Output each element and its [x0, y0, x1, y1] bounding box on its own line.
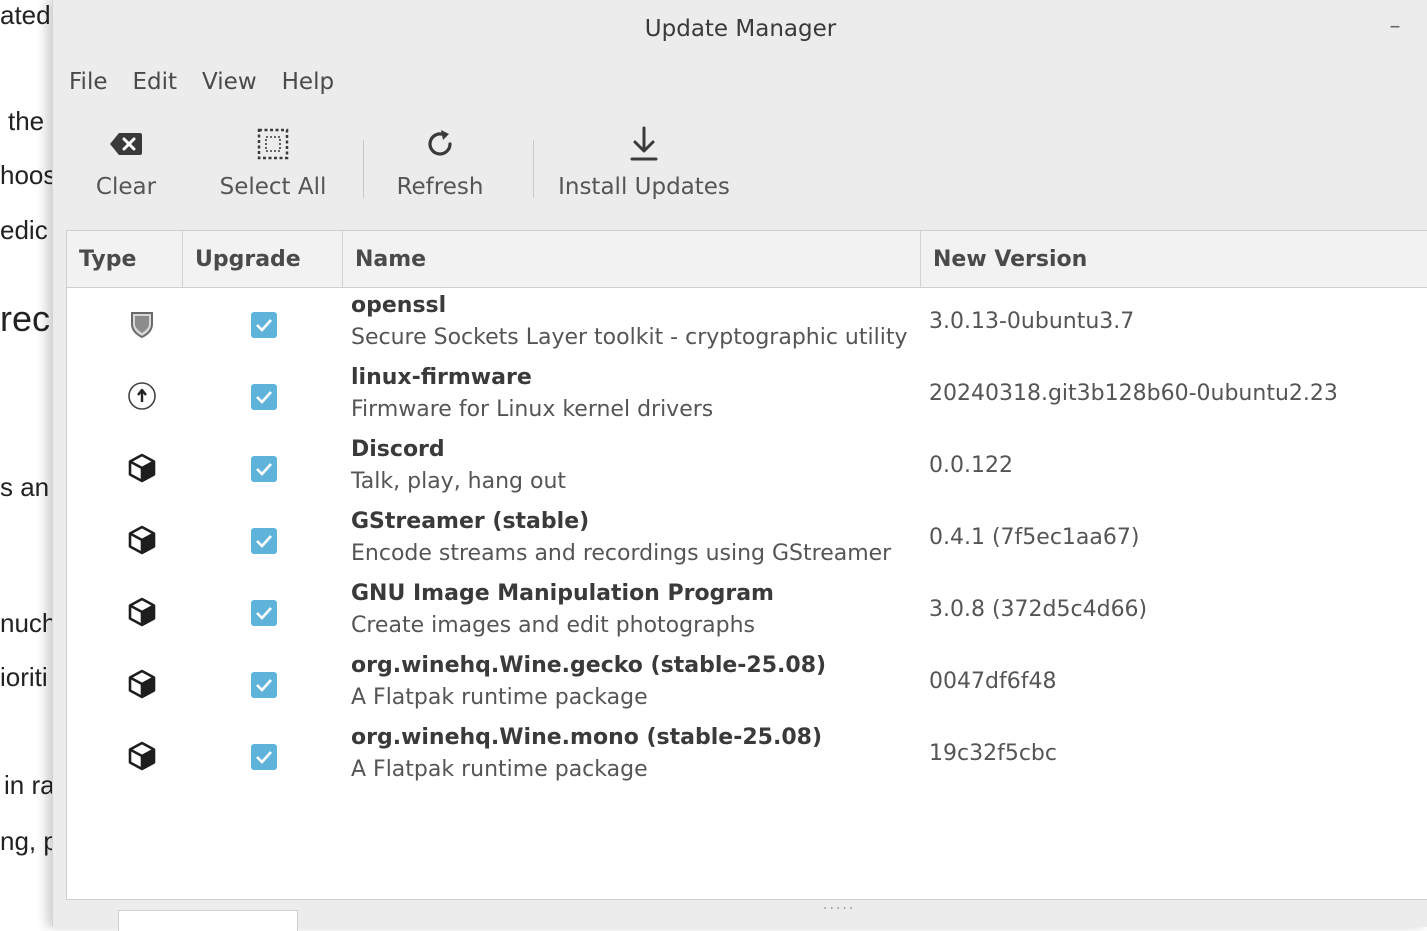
package-description: A Flatpak runtime package — [351, 685, 648, 710]
package-description: Talk, play, hang out — [351, 469, 567, 494]
package-description: Firmware for Linux kernel drivers — [351, 397, 714, 422]
details-tab[interactable] — [118, 910, 298, 931]
package-name: GNU Image Manipulation Program — [351, 581, 774, 606]
menu-file[interactable]: File — [59, 69, 123, 95]
table-row[interactable]: Discord Talk, play, hang out 0.0.122 — [67, 433, 1427, 505]
package-cube-icon — [127, 525, 157, 555]
background-text: ated — [0, 0, 51, 30]
column-header-type[interactable]: Type — [67, 231, 183, 287]
package-name: linux-firmware — [351, 365, 532, 390]
refresh-button[interactable]: Refresh — [395, 124, 485, 210]
background-text: nuch — [0, 608, 57, 638]
package-description: A Flatpak runtime package — [351, 757, 648, 782]
install-updates-button[interactable]: Install Updates — [558, 124, 730, 210]
package-cube-icon — [127, 597, 157, 627]
window-title: Update Manager — [644, 16, 837, 42]
upgrade-arrow-icon — [127, 381, 157, 411]
menu-view[interactable]: View — [192, 69, 272, 95]
upgrade-checkbox[interactable] — [251, 312, 277, 338]
table-row[interactable]: GNU Image Manipulation Program Create im… — [67, 577, 1427, 649]
table-row[interactable]: openssl Secure Sockets Layer toolkit - c… — [67, 289, 1427, 361]
package-version: 0047df6f48 — [929, 669, 1057, 694]
package-version: 20240318.git3b128b60-0ubuntu2.23 — [929, 381, 1338, 406]
background-text: ng, p — [0, 826, 58, 856]
title-bar[interactable]: Update Manager – — [53, 0, 1427, 58]
select-all-icon — [257, 124, 289, 164]
background-text: in ra — [4, 770, 55, 800]
column-header-upgrade[interactable]: Upgrade — [183, 231, 343, 287]
pane-resize-handle[interactable]: ..... — [823, 897, 855, 913]
backspace-clear-icon — [109, 124, 143, 164]
column-header-new-version[interactable]: New Version — [921, 231, 1427, 287]
upgrade-checkbox[interactable] — [251, 528, 277, 554]
minimize-button[interactable]: – — [1382, 14, 1408, 39]
update-manager-window: Update Manager – File Edit View Help Cle… — [52, 0, 1427, 931]
package-version: 3.0.8 (372d5c4d66) — [929, 597, 1148, 622]
package-description: Secure Sockets Layer toolkit - cryptogra… — [351, 325, 908, 350]
background-text: edic — [0, 215, 48, 245]
package-name: Discord — [351, 437, 445, 462]
column-header-name[interactable]: Name — [343, 231, 921, 287]
security-shield-icon — [127, 309, 157, 339]
package-description: Create images and edit photographs — [351, 613, 756, 638]
refresh-label: Refresh — [396, 174, 484, 200]
package-name: org.winehq.Wine.mono (stable-25.08) — [351, 725, 823, 750]
package-cube-icon — [127, 669, 157, 699]
package-version: 0.4.1 (7f5ec1aa67) — [929, 525, 1140, 550]
upgrade-checkbox[interactable] — [251, 744, 277, 770]
package-cube-icon — [127, 741, 157, 771]
refresh-icon — [423, 124, 457, 164]
clear-button[interactable]: Clear — [95, 124, 157, 210]
background-text: ioriti — [0, 662, 48, 692]
clear-label: Clear — [95, 174, 157, 200]
menu-help[interactable]: Help — [272, 69, 349, 95]
upgrade-checkbox[interactable] — [251, 672, 277, 698]
menu-bar: File Edit View Help — [59, 62, 349, 102]
select-all-button[interactable]: Select All — [219, 124, 327, 210]
table-row[interactable]: GStreamer (stable) Encode streams and re… — [67, 505, 1427, 577]
package-version: 0.0.122 — [929, 453, 1013, 478]
download-icon — [629, 124, 659, 164]
upgrade-checkbox[interactable] — [251, 600, 277, 626]
background-text: hoos — [0, 160, 57, 190]
toolbar-separator — [363, 140, 364, 198]
toolbar-separator — [533, 140, 534, 198]
toolbar: Clear Select All Refresh Install Updates — [53, 112, 1427, 212]
upgrade-checkbox[interactable] — [251, 456, 277, 482]
package-name: openssl — [351, 293, 447, 318]
table-row[interactable]: org.winehq.Wine.mono (stable-25.08) A Fl… — [67, 721, 1427, 793]
table-row[interactable]: linux-firmware Firmware for Linux kernel… — [67, 361, 1427, 433]
package-version: 3.0.13-0ubuntu3.7 — [929, 309, 1135, 334]
install-updates-label: Install Updates — [558, 174, 730, 200]
package-description: Encode streams and recordings using GStr… — [351, 541, 892, 566]
background-text: the — [8, 106, 45, 136]
package-cube-icon — [127, 453, 157, 483]
select-all-label: Select All — [219, 174, 327, 200]
package-name: GStreamer (stable) — [351, 509, 590, 534]
table-header: Type Upgrade Name New Version — [67, 231, 1427, 288]
table-row[interactable]: org.winehq.Wine.gecko (stable-25.08) A F… — [67, 649, 1427, 721]
updates-table: Type Upgrade Name New Version openssl Se… — [66, 230, 1427, 900]
package-version: 19c32f5cbc — [929, 741, 1057, 766]
background-text: rec — [0, 298, 51, 339]
menu-edit[interactable]: Edit — [123, 69, 193, 95]
upgrade-checkbox[interactable] — [251, 384, 277, 410]
background-text: s an — [0, 472, 50, 502]
package-name: org.winehq.Wine.gecko (stable-25.08) — [351, 653, 827, 678]
